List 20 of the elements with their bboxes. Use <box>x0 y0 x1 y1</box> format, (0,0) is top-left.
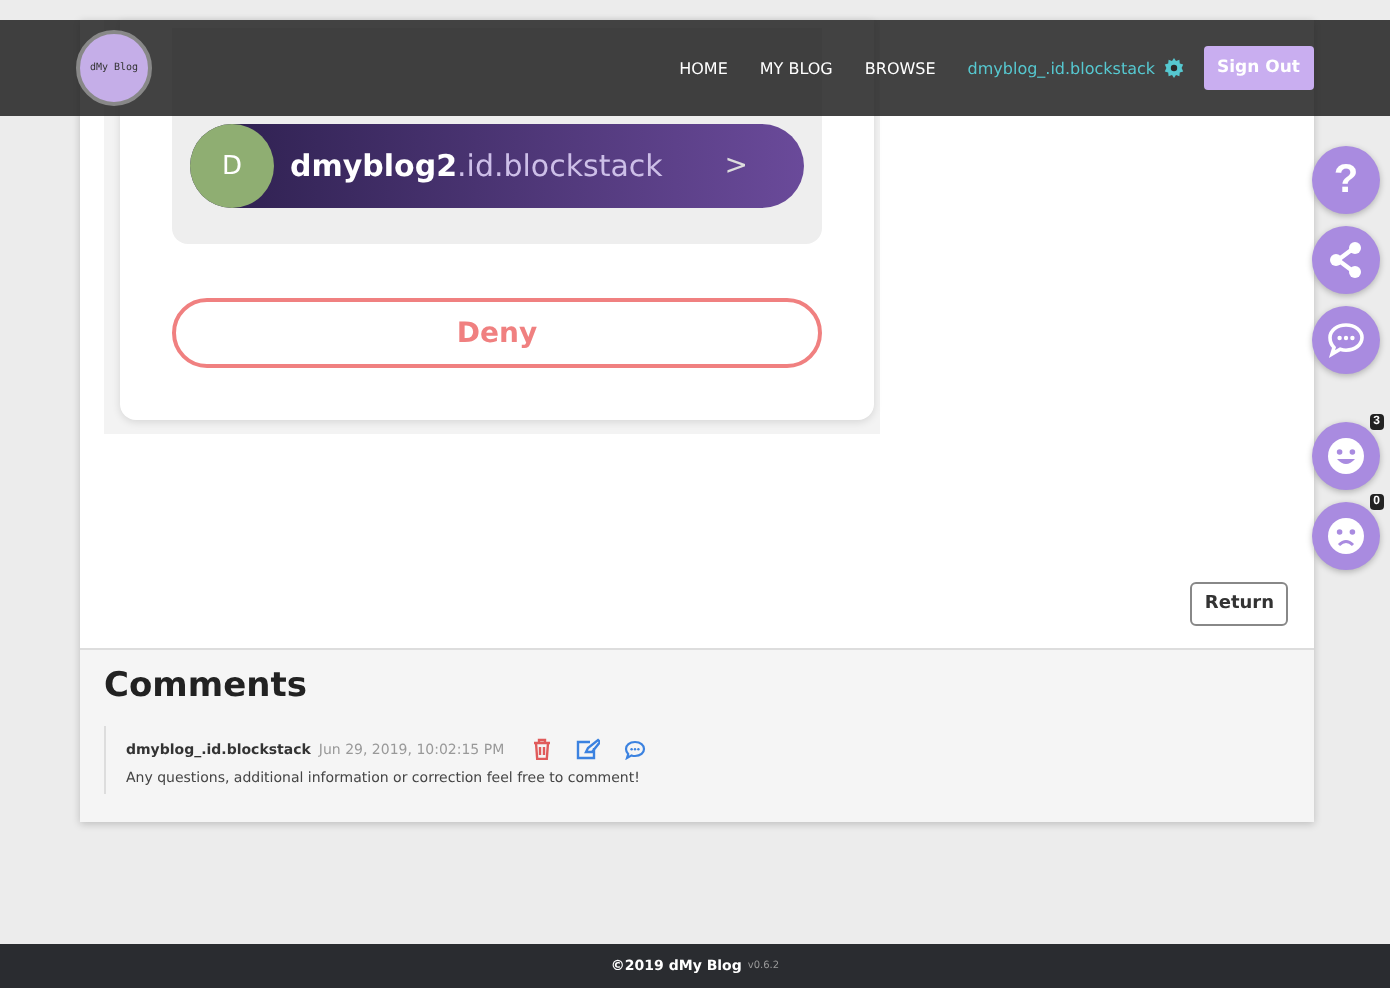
sad-face-icon <box>1326 516 1366 556</box>
happy-face-icon <box>1326 436 1366 476</box>
account-item[interactable]: D dmyblog2.id.blockstack > <box>190 124 804 208</box>
account-name: dmyblog2.id.blockstack <box>290 148 665 184</box>
user-link[interactable]: dmyblog_.id.blockstack <box>967 59 1156 77</box>
share-icon <box>1326 240 1366 280</box>
return-button[interactable]: Return <box>1190 582 1288 626</box>
settings-icon[interactable] <box>1163 58 1184 78</box>
avatar-initial: D <box>190 124 274 208</box>
reply-icon[interactable] <box>624 739 647 759</box>
chat-button[interactable] <box>1312 306 1380 374</box>
nav-link[interactable]: HOME <box>679 59 728 77</box>
delete-icon[interactable] <box>532 738 553 760</box>
edit-icon[interactable] <box>576 738 601 760</box>
comments-title: Comments <box>104 666 309 706</box>
nav-link[interactable]: MY BLOG <box>759 59 833 77</box>
nav-link[interactable]: BROWSE <box>864 59 936 77</box>
chevron-icon: > <box>724 150 748 182</box>
chat-icon <box>1326 322 1366 358</box>
share-button[interactable] <box>1312 226 1380 294</box>
